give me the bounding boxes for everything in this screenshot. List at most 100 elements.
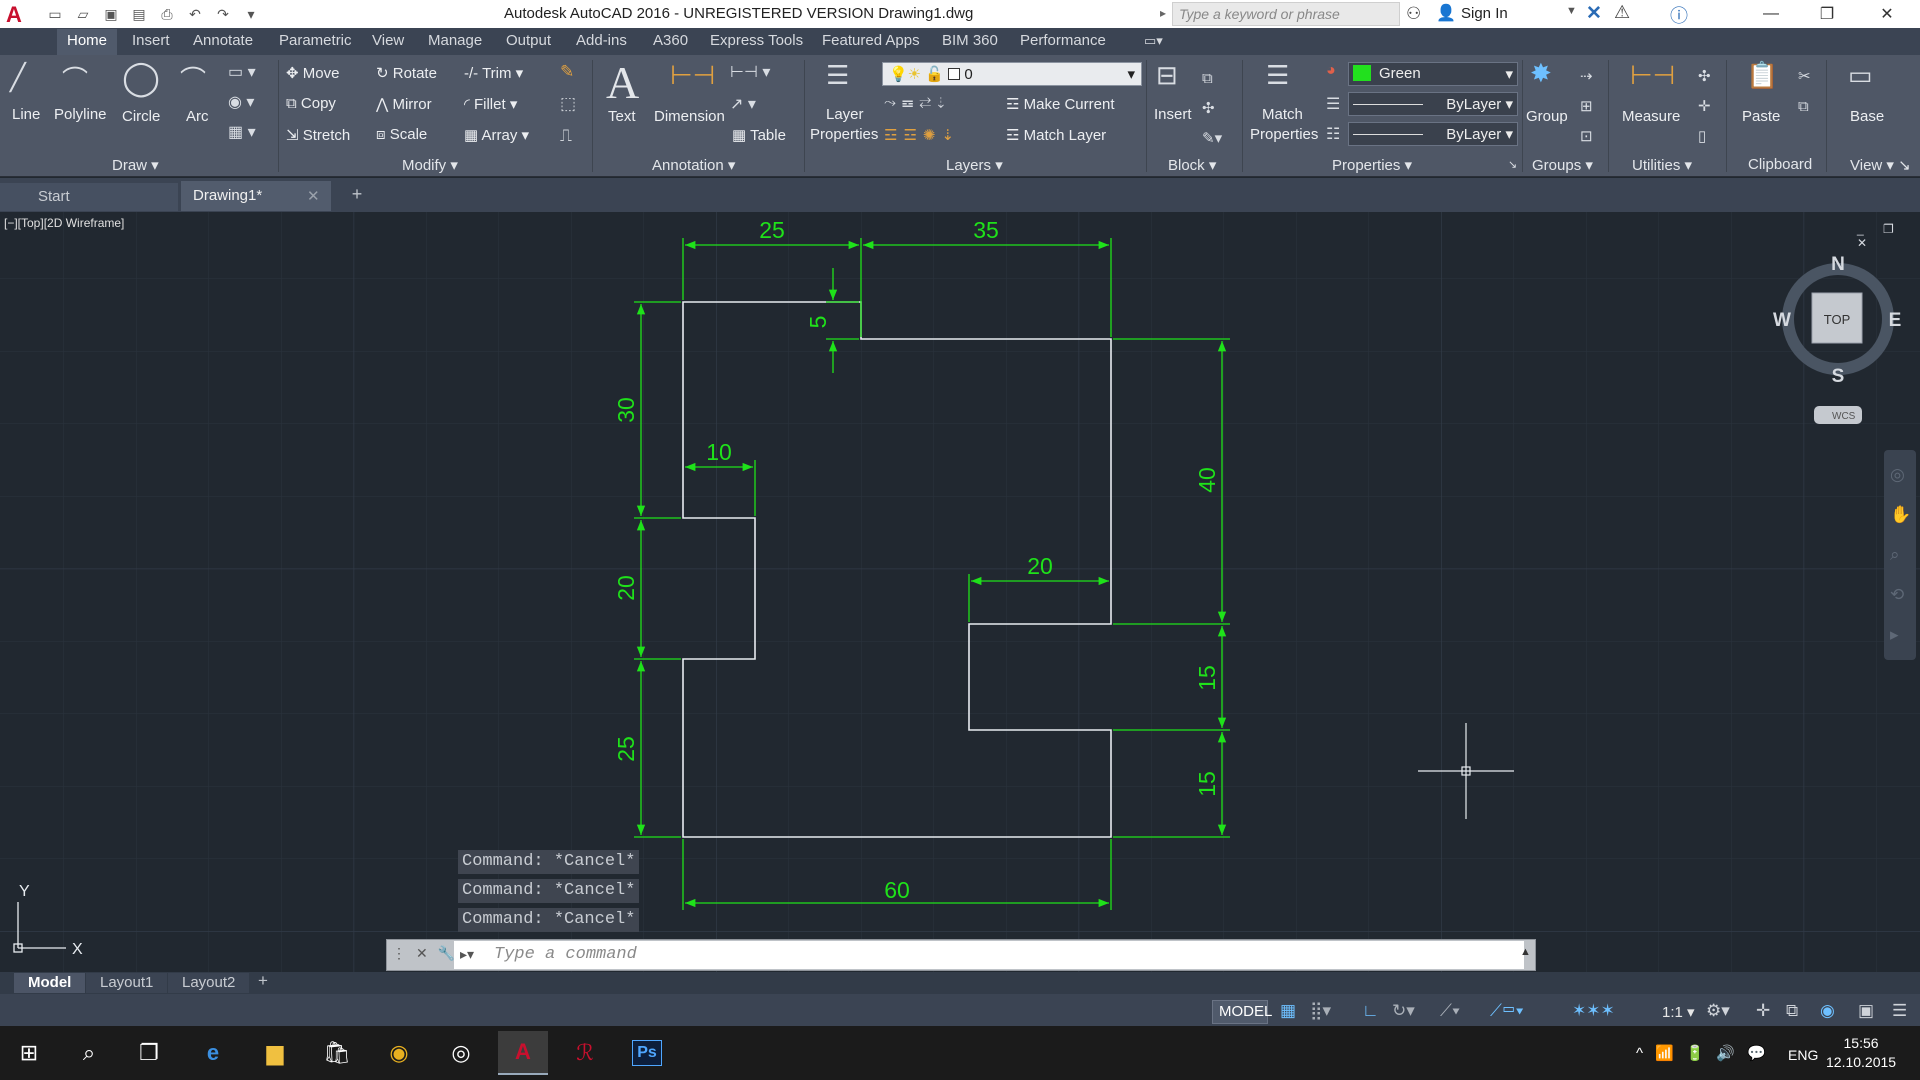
table-button[interactable]: ▦ Table <box>732 126 786 144</box>
draw-panel-label[interactable]: Draw ▾ <box>112 156 159 174</box>
line-icon[interactable]: ╱ <box>10 62 26 93</box>
dim-35-top[interactable]: 35 <box>973 217 999 243</box>
view-panel-label[interactable]: View ▾ ↘ <box>1850 156 1911 174</box>
compass-s[interactable]: S <box>1832 366 1845 387</box>
dim-60[interactable]: 60 <box>884 877 910 903</box>
group-button[interactable]: Group <box>1526 108 1568 125</box>
qat-dropdown-icon[interactable]: ▾ <box>240 3 262 25</box>
dimension-button[interactable]: Dimension <box>654 108 725 125</box>
ribbon-options-icon[interactable]: ▭▾ <box>1144 33 1163 49</box>
annotation-visibility-icon[interactable]: ✶✶✶ <box>1572 1001 1615 1021</box>
layers-panel-label[interactable]: Layers ▾ <box>946 156 1003 174</box>
ortho-toggle-icon[interactable]: ∟ <box>1362 1001 1379 1021</box>
language-indicator[interactable]: ENG <box>1788 1047 1818 1063</box>
customization-menu-icon[interactable]: ☰ <box>1892 1001 1907 1021</box>
text-button[interactable]: Text <box>608 108 636 125</box>
help-icon[interactable]: ⓘ <box>1670 2 1688 28</box>
dim-40[interactable]: 40 <box>1194 467 1220 493</box>
dim-20-mid[interactable]: 20 <box>1027 553 1053 579</box>
command-history-toggle-icon[interactable]: ▲ <box>1520 946 1531 958</box>
system-tray-icons[interactable]: ^📶🔋🔊💬 <box>1636 1044 1778 1062</box>
arc-button[interactable]: Arc <box>186 108 209 125</box>
undo-icon[interactable]: ↶ <box>184 3 206 25</box>
binoculars-icon[interactable]: ⚇ <box>1406 4 1421 24</box>
model-space-button[interactable]: MODEL <box>1212 1000 1272 1024</box>
make-current-button[interactable]: ☲ Make Current <box>1006 95 1115 113</box>
tab-bim-360[interactable]: BIM 360 <box>942 32 998 49</box>
new-icon[interactable]: ▭ <box>44 3 66 25</box>
dim-15-lower[interactable]: 15 <box>1194 771 1220 797</box>
layer-properties-icon[interactable]: ☰ <box>826 60 849 91</box>
search-expand-icon[interactable]: ▸ <box>1160 6 1166 20</box>
insert-icon[interactable]: ⊟ <box>1156 60 1178 91</box>
group-tools[interactable]: ⇢ ⊞ ⊡ <box>1580 62 1593 152</box>
modify-panel-label[interactable]: Modify ▾ <box>402 156 458 174</box>
restore-button[interactable]: ❐ <box>1804 0 1850 28</box>
linetype-dropdown[interactable]: ByLayer ▾ <box>1348 122 1518 146</box>
new-tab-button[interactable]: + <box>344 184 370 208</box>
tab-annotate[interactable]: Annotate <box>193 32 253 49</box>
close-button[interactable]: ✕ <box>1864 0 1910 28</box>
polyline-icon[interactable]: ⌒ <box>62 60 88 97</box>
insert-button[interactable]: Insert <box>1154 106 1192 123</box>
hardware-acceleration-icon[interactable]: ◉ <box>1820 1001 1835 1021</box>
layout-tab-model[interactable]: Model <box>14 973 86 993</box>
layout-tab-layout2[interactable]: Layout2 <box>168 973 250 993</box>
annotation-monitor-icon[interactable]: ✛ <box>1756 1001 1770 1021</box>
block-tools[interactable]: ⧉ ✣ ✎▾ <box>1202 64 1222 154</box>
dim-15-upper[interactable]: 15 <box>1194 665 1220 691</box>
base-button[interactable]: Base <box>1850 108 1884 125</box>
erase-icon[interactable]: ✎ <box>560 62 574 82</box>
paste-button[interactable]: Paste <box>1742 108 1780 125</box>
boundary-icon[interactable]: ▦ ▾ <box>228 122 256 142</box>
lineweight-dropdown[interactable]: ByLayer ▾ <box>1348 92 1518 116</box>
dim-5[interactable]: 5 <box>805 316 831 329</box>
open-icon[interactable]: ▱ <box>72 3 94 25</box>
dim-10[interactable]: 10 <box>706 439 732 465</box>
tab-performance[interactable]: Performance <box>1020 32 1106 49</box>
layer-dropdown[interactable]: 💡☀ 🔓 0 ▾ <box>882 62 1142 86</box>
hatch-icon[interactable]: ◉ ▾ <box>228 92 254 112</box>
offset-icon[interactable]: ⎍ <box>560 126 572 146</box>
match-properties-label-1[interactable]: Match <box>1262 106 1303 123</box>
tab-add-ins[interactable]: Add-ins <box>576 32 627 49</box>
arc-icon[interactable]: ⌒ <box>180 60 206 97</box>
chrome-icon[interactable]: ◉ <box>374 1031 424 1075</box>
tab-output[interactable]: Output <box>506 32 551 49</box>
tab-manage[interactable]: Manage <box>428 32 482 49</box>
redo-icon[interactable]: ↷ <box>212 3 234 25</box>
block-panel-label[interactable]: Block ▾ <box>1168 156 1216 174</box>
dim-25-top[interactable]: 25 <box>759 217 785 243</box>
search-input[interactable]: Type a keyword or phrase <box>1172 2 1400 26</box>
line-button[interactable]: Line <box>12 106 40 123</box>
taskbar-clock[interactable]: 15:56 12.10.2015 <box>1826 1034 1896 1072</box>
move-button[interactable]: ✥ Move <box>286 64 339 82</box>
tab-express-tools[interactable]: Express Tools <box>710 32 803 49</box>
store-icon[interactable]: 🛍 <box>312 1031 362 1075</box>
osnap-tracking-icon[interactable]: ⟋▾ <box>1440 1001 1460 1021</box>
tab-home[interactable]: Home <box>57 29 118 55</box>
annotation-scale[interactable]: 1:1 ▾ <box>1662 1003 1695 1021</box>
photoshop-icon[interactable]: Ps <box>622 1031 672 1075</box>
explode-icon[interactable]: ⬚ <box>560 94 576 114</box>
measure-icon[interactable]: ⊢⊣ <box>1630 60 1675 91</box>
array-button[interactable]: ▦ Array ▾ <box>464 126 529 144</box>
clipboard-panel-label[interactable]: Clipboard <box>1748 156 1812 173</box>
rectangle-icon[interactable]: ▭ ▾ <box>228 62 256 82</box>
properties-panel-label[interactable]: Properties ▾ <box>1332 156 1412 174</box>
viewport-window-controls[interactable]: _ ❐ ✕ <box>1857 222 1920 250</box>
circle-icon[interactable]: ◯ <box>122 58 160 98</box>
workspace-gear-icon[interactable]: ⚙▾ <box>1706 1001 1730 1021</box>
layout-tab-layout1[interactable]: Layout1 <box>86 973 168 993</box>
a360-icon[interactable]: ⚠ <box>1614 2 1630 23</box>
layer-tools-row-2[interactable]: ☲☲✺⇣ <box>884 126 960 144</box>
minimize-button[interactable]: — <box>1748 0 1794 28</box>
tab-parametric[interactable]: Parametric <box>279 32 352 49</box>
tab-a360[interactable]: A360 <box>653 32 688 49</box>
polyline-button[interactable]: Polyline <box>54 106 107 123</box>
linear-dim-icon[interactable]: ⊢⊣ ▾ <box>730 62 770 82</box>
color-dropdown[interactable]: Green ▾ <box>1348 62 1518 86</box>
circle-button[interactable]: Circle <box>122 108 160 125</box>
tab-insert[interactable]: Insert <box>132 32 170 49</box>
sign-in-button[interactable]: Sign In <box>1461 5 1508 22</box>
